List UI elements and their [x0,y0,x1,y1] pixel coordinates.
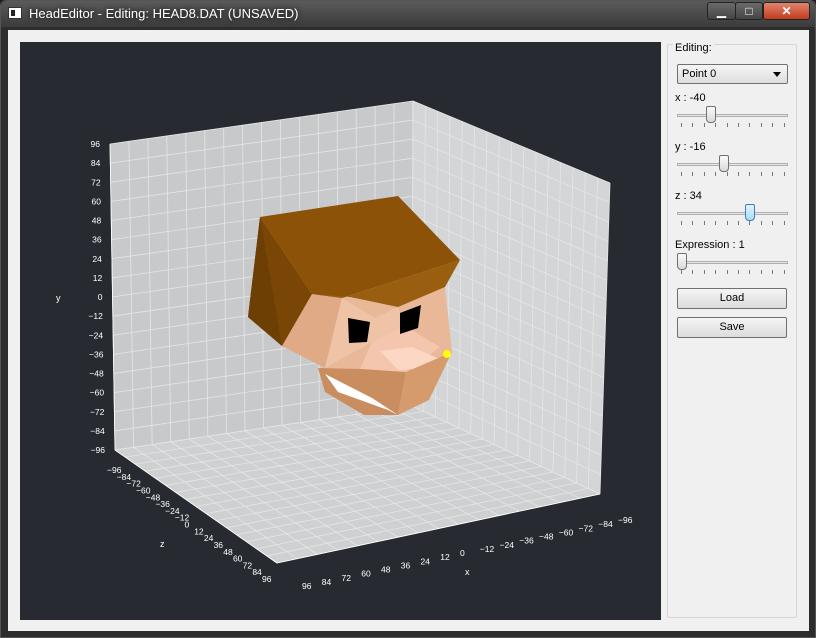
window-title: HeadEditor - Editing: HEAD8.DAT (UNSAVED… [29,6,299,21]
y-axis-tick-label: −72 [90,407,105,417]
z-axis-tick-label: 12 [194,526,204,536]
client-area: 96 84 72 60 48 36 24 12 0 −12 −24 −36 −48 −60 −72 −84 −9… [8,30,809,631]
x-slider-label: x : -40 [675,92,706,104]
z-slider[interactable] [677,204,788,228]
x-slider[interactable] [677,106,788,130]
z-axis-tick-label: 24 [204,533,214,543]
y-axis-tick-labels: 96 84 72 60 48 36 24 12 0 −12 −24 −36 −48 −60 −72 −84 −9… [88,139,105,455]
3d-plot-canvas[interactable]: 96847260483624120−12−24−36−48−60−72−84−9… [20,42,661,620]
z-axis-tick-label: 72 [243,560,253,570]
x-axis-tick-label: −84 [598,519,613,529]
y-axis-tick-label: −60 [90,388,105,398]
maximize-button[interactable]: □ [735,2,763,20]
editing-group-title: Editing: [673,42,714,54]
slider-ticks [677,221,788,225]
chevron-down-icon[interactable] [773,72,781,77]
slider-ticks [677,270,788,274]
slider-track[interactable] [677,212,788,215]
x-axis-tick-label: 0 [460,548,465,558]
close-button[interactable]: ✕ [763,2,810,20]
x-axis-tick-label: −24 [500,540,515,550]
z-axis-tick-label: 60 [233,554,243,564]
x-axis-tick-label: −36 [519,536,534,546]
y-axis-tick-label: 60 [91,196,101,206]
point-select-value: Point 0 [682,68,717,80]
y-slider[interactable] [677,155,788,179]
minimize-button[interactable]: ▁ [707,2,736,20]
app-icon [8,7,22,19]
app-window: HeadEditor - Editing: HEAD8.DAT (UNSAVED… [0,0,816,638]
x-axis-tick-label: 72 [342,573,352,583]
expression-slider[interactable] [677,253,788,277]
y-slider-label: y : -16 [675,141,706,153]
slider-track[interactable] [677,114,788,117]
z-axis-tick-label: 36 [214,540,224,550]
slider-ticks [677,172,788,176]
y-axis-name: y [56,293,61,303]
y-axis-tick-label: −12 [88,311,103,321]
y-axis-tick-label: 48 [92,216,102,226]
y-axis-tick-label: 72 [91,177,101,187]
x-axis-name: x [465,567,470,577]
point-select[interactable]: Point 0 [677,64,788,84]
y-axis-tick-label: 12 [93,273,103,283]
z-axis-tick-label: 84 [252,567,262,577]
left-eye [348,318,370,343]
x-axis-tick-label: 24 [421,556,431,566]
y-axis-tick-label: 84 [91,158,101,168]
y-axis-tick-label: −24 [89,330,104,340]
selected-point-marker[interactable] [443,350,451,358]
slider-track[interactable] [677,163,788,166]
z-slider-label: z : 34 [675,190,702,202]
y-axis-tick-label: −36 [89,349,104,359]
z-axis-name: z [160,539,165,549]
3d-plot[interactable]: 96 84 72 60 48 36 24 12 0 −12 −24 −36 −48 −60 −72 −84 −9… [20,42,661,620]
z-axis-tick-label: 48 [223,547,233,557]
x-axis-tick-label: −12 [480,544,495,554]
y-axis-tick-label: −96 [91,445,106,455]
save-button[interactable]: Save [677,317,787,338]
z-axis-tick-label: 0 [185,520,190,530]
x-axis-tick-label: 96 [302,581,312,591]
z-axis-tick-label: 96 [262,574,272,584]
x-axis-tick-label: −60 [559,527,574,537]
slider-track[interactable] [677,261,788,264]
y-axis-tick-label: 36 [92,235,102,245]
x-axis-tick-label: −72 [579,523,594,533]
x-axis-tick-label: 84 [322,577,332,587]
x-axis-tick-label: 36 [401,560,411,570]
title-bar[interactable]: HeadEditor - Editing: HEAD8.DAT (UNSAVED… [1,1,815,27]
slider-ticks [677,123,788,127]
slider-thumb[interactable] [745,204,756,221]
y-axis-tick-label: −48 [89,369,104,379]
expression-slider-label: Expression : 1 [675,239,745,251]
y-axis-tick-label: 0 [98,292,103,302]
load-button[interactable]: Load [677,288,787,309]
y-axis-tick-label: 24 [92,254,102,264]
slider-thumb[interactable] [719,155,730,172]
slider-thumb[interactable] [677,253,687,270]
y-axis-tick-label: 96 [91,139,101,149]
x-axis-tick-label: 60 [361,569,371,579]
y-axis-tick-label: −84 [90,426,105,436]
x-axis-tick-label: 12 [440,552,450,562]
slider-thumb[interactable] [706,106,717,123]
x-axis-tick-label: 48 [381,565,391,575]
x-axis-tick-label: −48 [539,532,554,542]
x-axis-tick-label: −96 [618,515,633,525]
